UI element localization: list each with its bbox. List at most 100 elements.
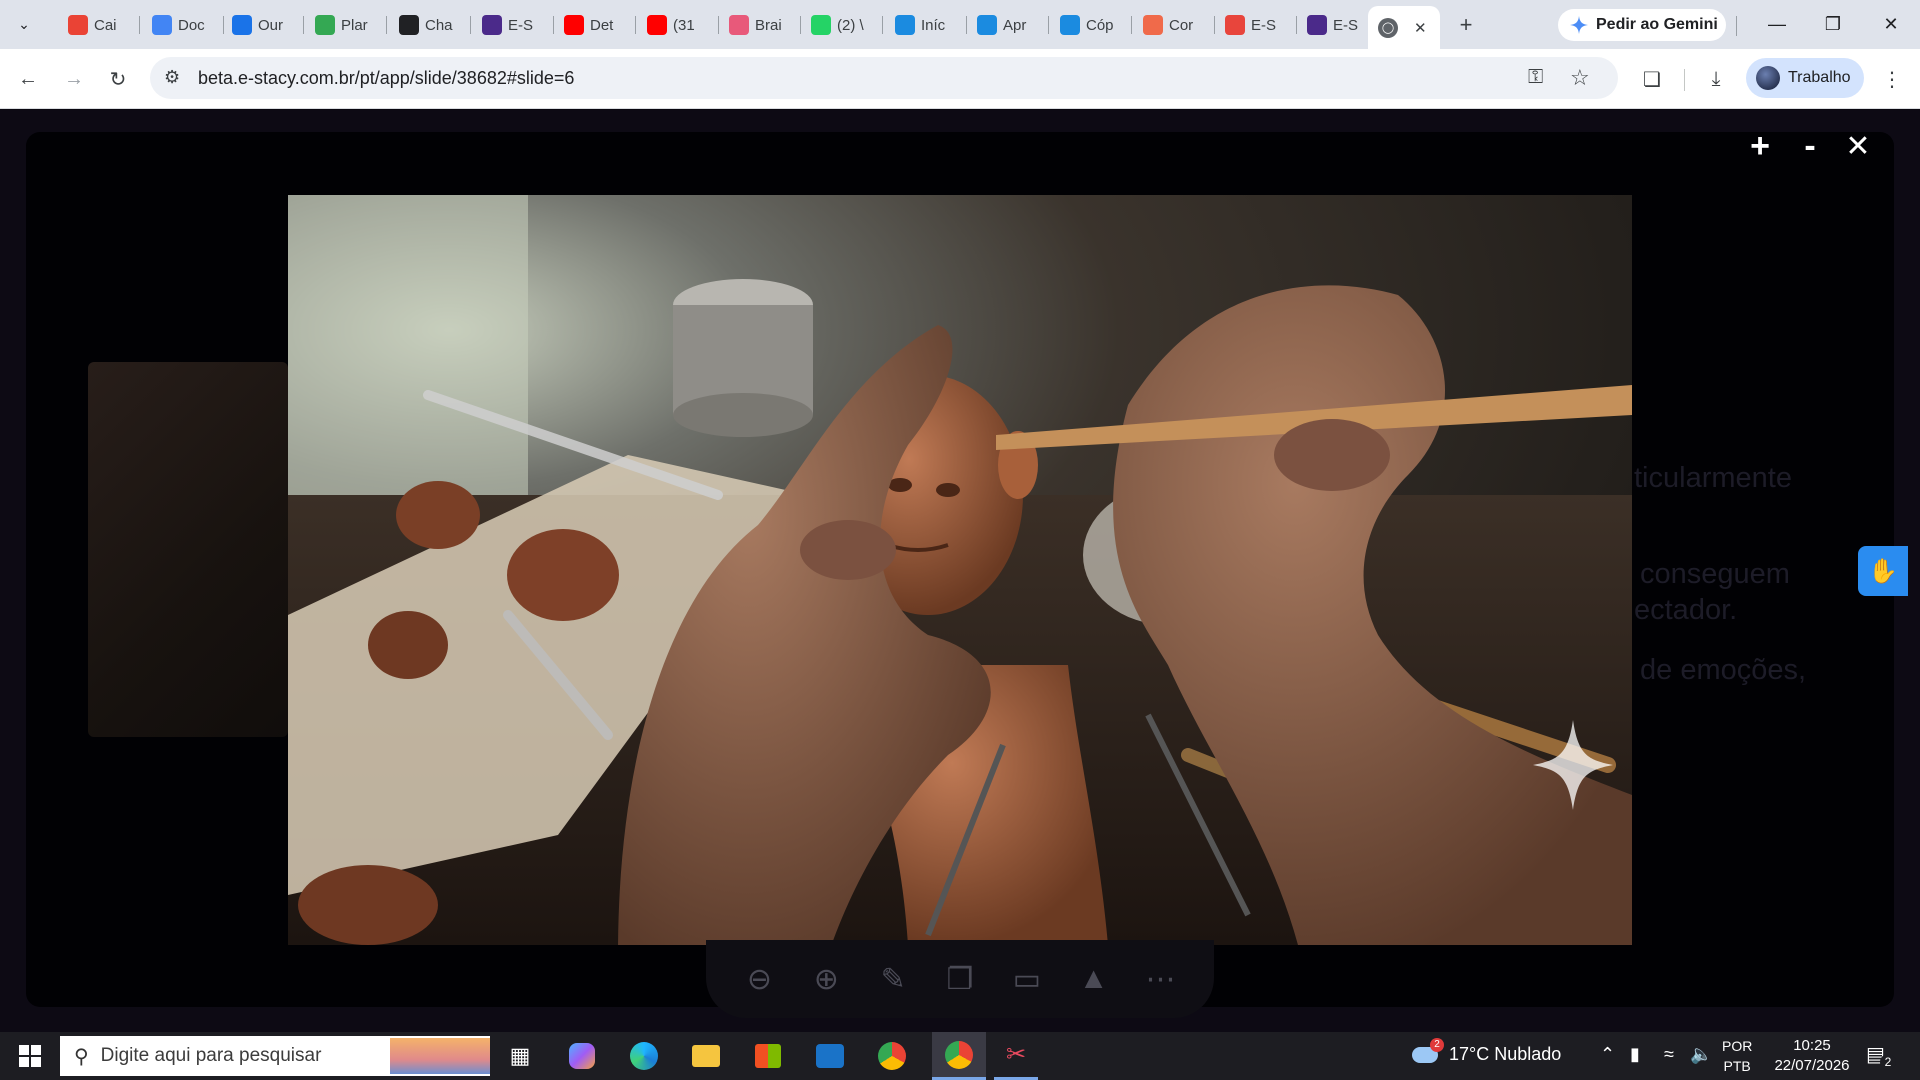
close-tab-icon[interactable]: ✕ [1414,19,1427,37]
notifications-button[interactable]: ▤ 2 [1866,1042,1896,1070]
restore-button[interactable]: ❐ [1808,8,1858,40]
bookmark-star-icon[interactable]: ☆ [1570,65,1590,91]
reload-button[interactable]: ↻ [102,63,134,95]
tab-separator [139,16,140,34]
tab-4[interactable]: Cha [389,10,471,40]
zoom-out-button[interactable]: - [1790,127,1830,165]
tab-0[interactable]: Cai [58,10,140,40]
task-view-button[interactable]: ▦ [498,1038,542,1074]
globe-icon: ◯ [1378,17,1398,38]
accessibility-sign-language-button[interactable]: ✋ [1858,546,1908,596]
next-slide-button[interactable]: ⊕ [804,957,848,1001]
slide-photo-clay-sculpture [288,195,1632,945]
tab-14[interactable]: E-S [1215,10,1297,40]
windows-logo-icon [19,1045,41,1067]
gmail-icon [68,15,88,35]
outlook-app[interactable] [808,1038,852,1074]
browser-toolbar: ← → ↻ ⚙ beta.e-stacy.com.br/pt/app/slide… [0,49,1920,109]
battery-icon[interactable]: ▮ [1630,1044,1640,1065]
show-hidden-icons-button[interactable]: ⌃ [1600,1044,1615,1065]
tab-label: Iníc [921,16,946,34]
puzzle-icon: ❏ [1643,68,1661,91]
tab-search-button[interactable]: ⌄ [8,8,40,40]
previous-slide-button[interactable]: ⊖ [737,957,781,1001]
tab-1[interactable]: Doc [142,10,224,40]
slide-controls: ⊖ ⊕ ✎ ❐ ▭ ▲ ⋯ [706,940,1214,1018]
tab-active[interactable]: ◯ ✕ [1368,6,1440,49]
present-button[interactable]: ▭ [1005,957,1049,1001]
tab-label: Cor [1169,16,1194,34]
background-slide-text: ectador. [1634,594,1738,626]
brand-icon [729,15,749,35]
tab-label: Det [590,16,614,34]
tab-13[interactable]: Cor [1133,10,1215,40]
more-options-button[interactable]: ⋯ [1138,957,1182,1001]
tab-7[interactable]: (31 [637,10,719,40]
gemini-label: Pedir ao Gemini [1596,16,1718,33]
clock[interactable]: 10:25 22/07/2026 [1764,1036,1860,1076]
back-button[interactable]: ← [12,63,44,95]
tab-6[interactable]: Det [554,10,636,40]
copy-slide-button[interactable]: ❐ [938,957,982,1001]
close-viewer-button[interactable]: ✕ [1838,128,1878,164]
profile-button[interactable]: Trabalho [1746,58,1864,98]
close-window-button[interactable]: ✕ [1866,8,1916,40]
tab-label: (2) \ [837,16,864,34]
zoom-in-button[interactable]: + [1740,127,1780,165]
tab-5[interactable]: E-S [472,10,554,40]
divider [1684,69,1685,91]
taskbar-search[interactable]: ⚲ Digite aqui para pesquisar [60,1036,490,1076]
extensions-button[interactable]: ❏ [1636,63,1668,95]
calendar-icon [232,15,252,35]
input-language-button[interactable]: POR PTB [1722,1036,1752,1076]
minimize-button[interactable]: — [1752,8,1802,40]
menu-button[interactable]: ⋮ [1876,63,1908,95]
weather-widget[interactable]: 2 17°C Nublado [1412,1038,1561,1065]
wifi-icon[interactable]: ≈ [1664,1044,1674,1065]
edge-app[interactable] [622,1038,666,1074]
address-bar[interactable]: ⚙ beta.e-stacy.com.br/pt/app/slide/38682… [150,57,1618,99]
search-placeholder: Digite aqui para pesquisar [100,1045,322,1066]
tab-9[interactable]: (2) \ [801,10,883,40]
tab-15[interactable]: E-S [1297,10,1379,40]
chrome-app-active[interactable] [932,1032,986,1080]
tab-2[interactable]: Our [222,10,304,40]
sheets-icon [315,15,335,35]
chrome-profile-icon [945,1040,973,1069]
mail-icon [816,1044,844,1068]
minimize-icon: — [1768,13,1786,34]
store-app[interactable] [746,1038,790,1074]
tab-separator [386,16,387,34]
start-button[interactable] [12,1040,48,1072]
password-key-icon[interactable]: ⚿ [1528,66,1543,89]
tab-label: (31 [673,16,695,34]
tab-12[interactable]: Cóp [1050,10,1132,40]
pen-tool-button[interactable]: ✎ [871,957,915,1001]
snipping-tool-app[interactable]: ✂ [994,1032,1038,1080]
store-icon [755,1044,781,1068]
tab-11[interactable]: Apr [967,10,1049,40]
chrome-app[interactable] [870,1038,914,1074]
tab-label: Brai [755,16,782,34]
graduation-cap-icon: ▲ [1078,962,1109,995]
tab-8[interactable]: Brai [719,10,801,40]
google-docs-icon [152,15,172,35]
copilot-app[interactable] [560,1038,604,1074]
tab-label: Our [258,16,284,34]
tab-label: E-S [1333,16,1359,34]
new-tab-button[interactable]: + [1450,10,1482,40]
site-settings-icon[interactable]: ⚙ [164,67,180,88]
tab-separator [635,16,636,34]
tab-10[interactable]: Iníc [885,10,967,40]
monitor-icon: ▭ [1012,962,1041,996]
avatar [1756,66,1780,90]
tab-3[interactable]: Plar [305,10,387,40]
e-stacy-icon [482,15,502,35]
canva-icon [1060,15,1080,35]
classroom-button[interactable]: ▲ [1072,957,1116,1001]
forward-button[interactable]: → [58,63,90,95]
file-explorer-app[interactable] [684,1038,728,1074]
volume-icon[interactable]: 🔈 [1690,1044,1712,1065]
downloads-button[interactable]: ⤓ [1700,63,1732,95]
gemini-button[interactable]: Pedir ao Gemini [1558,9,1726,41]
